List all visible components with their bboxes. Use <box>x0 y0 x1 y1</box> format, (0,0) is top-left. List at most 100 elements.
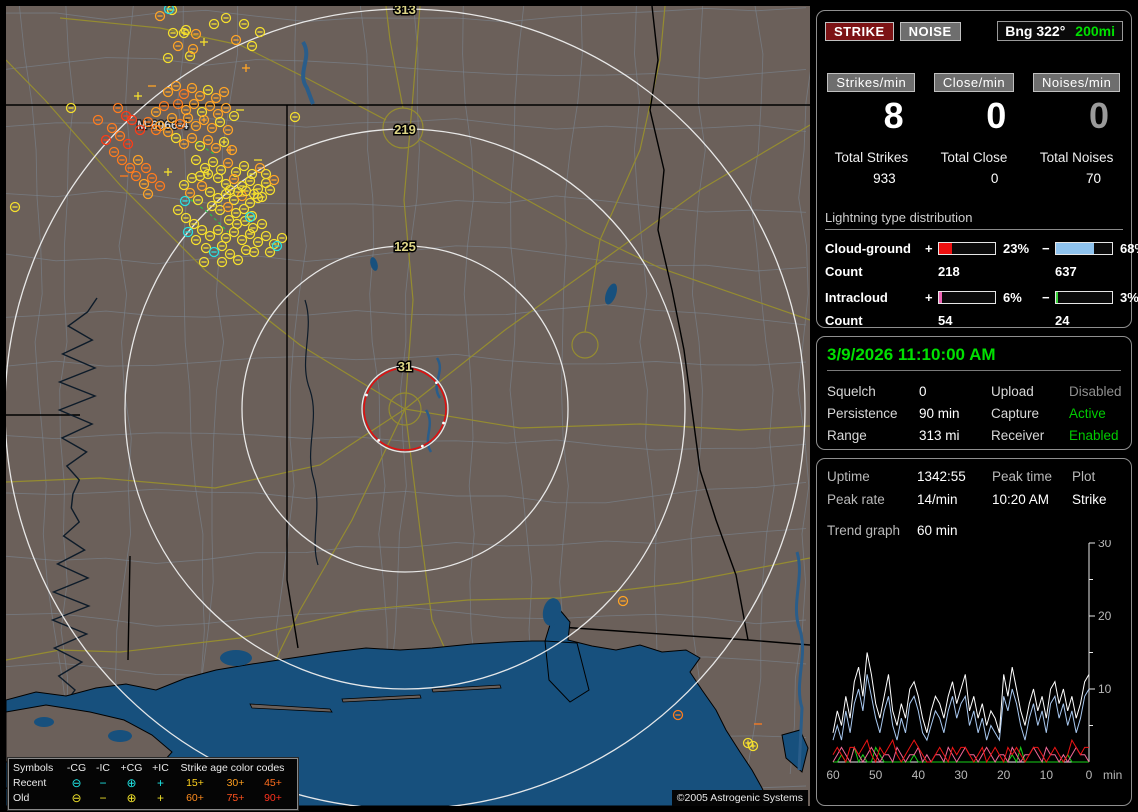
persistence-value: 90 min <box>919 406 991 421</box>
neg-ic-count: 24 <box>1055 313 1125 328</box>
x-axis-unit-label: min <box>1103 768 1122 782</box>
circle-minus-icon: ⊖ <box>63 791 90 806</box>
squelch-label: Squelch <box>827 384 919 399</box>
y-tick-label: 30 <box>1098 540 1112 550</box>
age-code: 60+ <box>174 791 216 806</box>
age-code: 15+ <box>174 776 216 791</box>
legend-row-label: Old <box>13 791 63 806</box>
close-column: Close/min 0 Total Close 0 <box>928 73 1021 186</box>
pos-ic-bar <box>938 291 996 304</box>
copyright-label: ©2005 Astrogenic Systems <box>672 790 808 806</box>
uptime-label: Uptime <box>827 469 917 484</box>
upload-status: Disabled <box>1069 384 1122 399</box>
total-close-label: Total Close <box>941 150 1008 165</box>
intracloud-row: Intracloud + 6% − 3% <box>825 290 1123 305</box>
strikes-per-min-value: 8 <box>884 96 918 136</box>
plus-icon: + <box>147 791 174 806</box>
circle-minus-icon: ⊖ <box>63 776 90 791</box>
noises-per-min-value: 0 <box>1089 96 1123 136</box>
x-tick-label: 40 <box>912 768 926 782</box>
strikes-column: Strikes/min 8 Total Strikes 933 <box>825 73 918 186</box>
trend-series-cg <box>833 740 1089 762</box>
circle-plus-icon: ⊕ <box>116 791 147 806</box>
rate-counters: Strikes/min 8 Total Strikes 933 Close/mi… <box>825 73 1123 186</box>
pos-cg-bar <box>938 242 996 255</box>
capture-label: Capture <box>991 406 1069 421</box>
neg-ic-percent: 3% <box>1115 290 1138 305</box>
age-code: 90+ <box>255 791 291 806</box>
intracloud-count-row: Count 54 24 <box>825 313 1123 328</box>
minus-icon: − <box>90 776 116 791</box>
upload-label: Upload <box>991 384 1069 399</box>
minus-sign: − <box>1042 290 1055 305</box>
total-noises-label: Total Noises <box>1040 150 1114 165</box>
count-label: Count <box>825 264 925 279</box>
neg-ic-bar <box>1055 291 1113 304</box>
age-code: 75+ <box>216 791 255 806</box>
cloud-ground-label: Cloud-ground <box>825 241 925 256</box>
status-grid: Squelch 0 Upload Disabled Persistence 90… <box>827 384 1121 443</box>
legend-symbols-header: Symbols <box>13 761 63 776</box>
intracloud-label: Intracloud <box>825 290 925 305</box>
trend-graph-value: 60 min <box>917 523 1121 538</box>
neg-cg-bar <box>1055 242 1113 255</box>
trend-chart: 1020306050403020100min <box>827 540 1127 792</box>
peak-rate-label: Peak rate <box>827 492 917 507</box>
datetime-display: 3/9/2026 11:10:00 AM <box>827 345 1121 371</box>
range-ring-label: 125 <box>394 239 416 254</box>
peak-time-value: 10:20 AM <box>992 492 1072 507</box>
legend-age-header: Strike age color codes <box>174 761 291 776</box>
circle-plus-icon: ⊕ <box>116 776 147 791</box>
y-tick-label: 20 <box>1098 609 1112 623</box>
noise-mode-button[interactable]: NOISE <box>900 22 961 41</box>
plus-sign: + <box>925 290 938 305</box>
receiver-status: Enabled <box>1069 428 1122 443</box>
uptime-value: 1342:55 <box>917 469 992 484</box>
x-tick-label: 0 <box>1086 768 1093 782</box>
legend-row-label: Recent <box>13 776 63 791</box>
x-tick-label: 60 <box>827 768 840 782</box>
capture-status: Active <box>1069 406 1122 421</box>
persistence-label: Persistence <box>827 406 919 421</box>
strikes-per-min-header: Strikes/min <box>827 73 915 92</box>
cursor-range-value: 200mi <box>1075 23 1115 39</box>
x-tick-label: 20 <box>997 768 1011 782</box>
app-window: 31321912531M-6066-4 Symbols-CG-IC+CG+ICS… <box>0 0 1138 812</box>
map-canvas: 31321912531M-6066-4 <box>6 6 810 806</box>
age-code: 45+ <box>255 776 291 791</box>
legend-col-header: +IC <box>147 761 174 776</box>
total-close-value: 0 <box>991 171 1021 186</box>
total-strikes-value: 933 <box>873 171 918 186</box>
total-strikes-label: Total Strikes <box>835 150 909 165</box>
pos-ic-percent: 6% <box>998 290 1042 305</box>
neg-cg-count: 637 <box>1055 264 1125 279</box>
close-per-min-header: Close/min <box>934 73 1014 92</box>
age-code: 30+ <box>216 776 255 791</box>
count-label: Count <box>825 313 925 328</box>
pos-cg-percent: 23% <box>998 241 1042 256</box>
plot-mode-value: Strike <box>1072 492 1121 507</box>
status-panel: 3/9/2026 11:10:00 AM Squelch 0 Upload Di… <box>816 336 1132 450</box>
minus-sign: − <box>1042 241 1055 256</box>
range-ring-label: 313 <box>394 6 416 17</box>
squelch-value: 0 <box>919 384 991 399</box>
cloud-ground-count-row: Count 218 637 <box>825 264 1123 279</box>
plus-icon: + <box>147 776 174 791</box>
stats-panel: Uptime 1342:55 Peak time Plot Peak rate … <box>816 458 1132 806</box>
lightning-map[interactable]: 31321912531M-6066-4 Symbols-CG-IC+CG+ICS… <box>6 6 810 806</box>
strike-mode-button[interactable]: STRIKE <box>825 22 894 41</box>
pos-cg-count: 218 <box>938 264 1042 279</box>
range-label: Range <box>827 428 919 443</box>
range-value: 313 mi <box>919 428 991 443</box>
pos-ic-count: 54 <box>938 313 1042 328</box>
legend-col-header: -CG <box>63 761 90 776</box>
total-noises-value: 70 <box>1086 171 1123 186</box>
legend-col-header: -IC <box>90 761 116 776</box>
counters-panel: STRIKE NOISE Bng 322° 200mi Strikes/min … <box>816 10 1132 328</box>
bearing-range-readout: Bng 322° 200mi <box>997 21 1123 41</box>
bearing-value: Bng 322° <box>1005 23 1065 39</box>
x-tick-label: 50 <box>869 768 883 782</box>
plot-label: Plot <box>1072 469 1121 484</box>
map-legend: Symbols-CG-IC+CG+ICStrike age color code… <box>8 758 298 810</box>
x-tick-label: 30 <box>954 768 968 782</box>
